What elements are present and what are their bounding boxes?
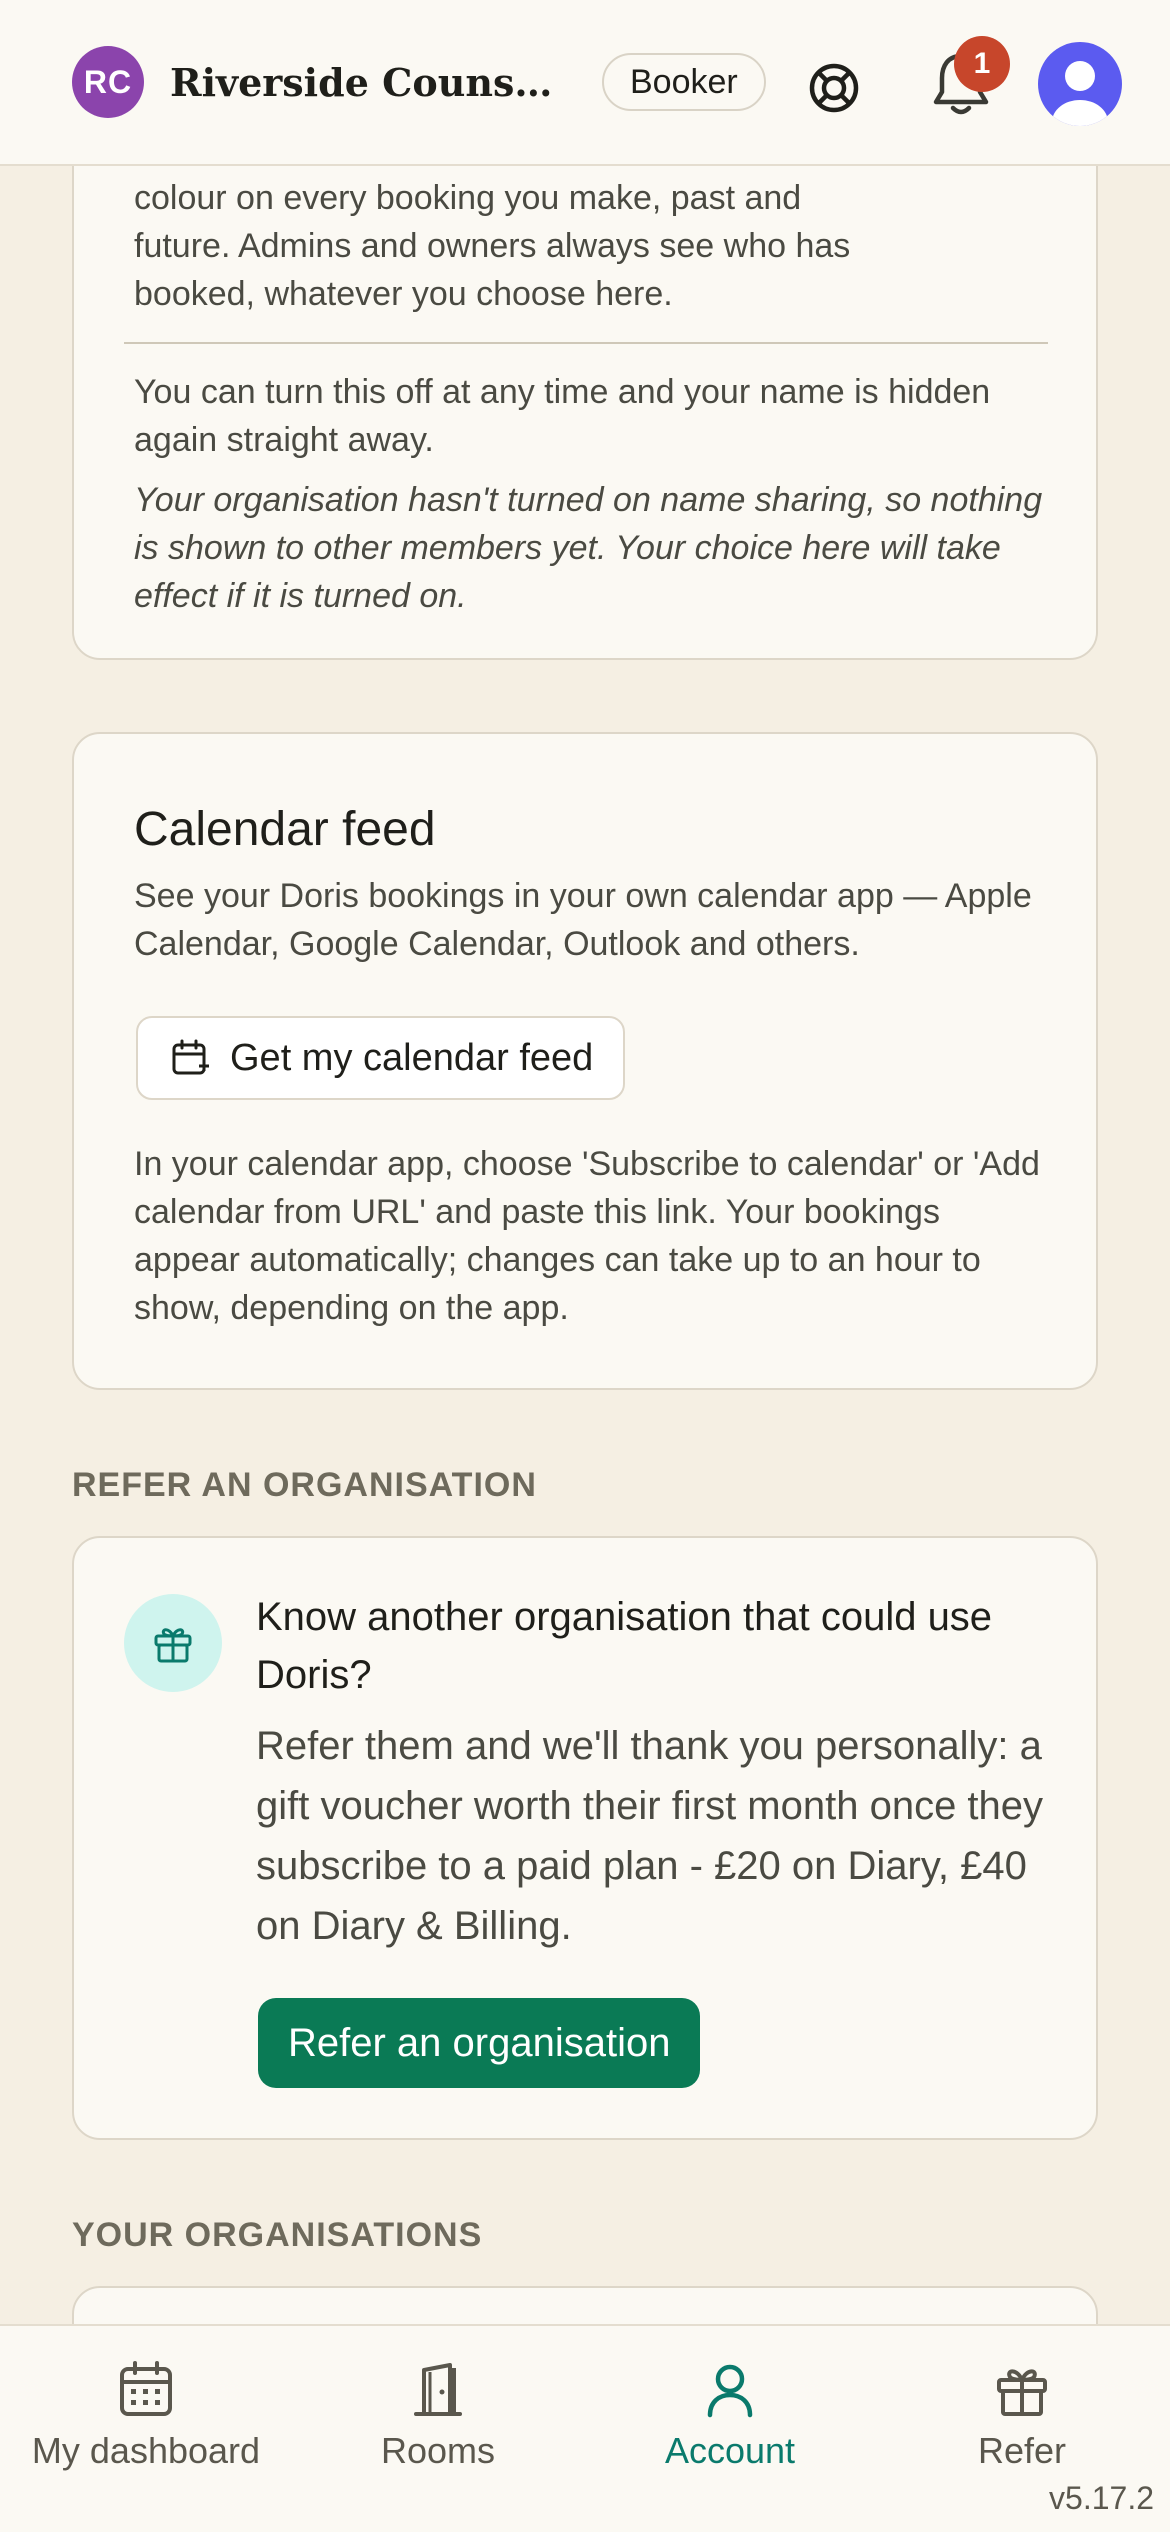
refer-body: Refer them and we'll thank you personall…	[256, 1724, 1044, 1948]
calendar-add-icon	[172, 1039, 209, 1075]
door-icon	[414, 2363, 462, 2416]
user-icon	[707, 2364, 753, 2418]
nav-rooms[interactable]: Rooms	[292, 2360, 584, 2472]
nav-refer-label: Refer	[977, 2430, 1067, 2471]
turn-off-note: You can turn this off at any time and yo…	[134, 373, 991, 459]
refer-organisation-button[interactable]: Refer an organisation	[258, 1998, 701, 2088]
refer-section-label: REFER AN ORGANISATION	[72, 1466, 537, 1504]
gift-icon	[997, 2369, 1047, 2416]
org-name[interactable]: Riverside Counse…	[170, 60, 570, 105]
app-version: v5.17.2	[1049, 2480, 1154, 2516]
calendar-feed-instructions: In your calendar app, choose 'Subscribe …	[134, 1145, 1040, 1327]
organisations-section-label: YOUR ORGANISATIONS	[72, 2216, 483, 2254]
nav-my-dashboard[interactable]: My dashboard	[0, 2360, 292, 2472]
refer-card: Know another organisation that could use…	[72, 1536, 1098, 2140]
org-disabled-note: Your organisation hasn't turned on name …	[134, 481, 1043, 615]
divider	[124, 342, 1048, 344]
sharing-description: colour on every booking you make, past a…	[134, 179, 851, 313]
gift-icon	[154, 1628, 192, 1663]
calendar-feed-card: Calendar feed See your Doris bookings in…	[72, 732, 1098, 1390]
gift-icon-badge	[124, 1594, 222, 1692]
calendar-feed-title: Calendar feed	[134, 803, 436, 856]
notification-badge: 1	[954, 36, 1010, 92]
bottom-nav: My dashboard Rooms Account Refer	[0, 2324, 1170, 2532]
name-sharing-card: colour on every booking you make, past a…	[72, 80, 1098, 660]
user-avatar-icon[interactable]	[1038, 42, 1122, 126]
lifebuoy-icon[interactable]	[806, 60, 862, 116]
nav-rooms-label: Rooms	[380, 2430, 496, 2471]
calendar-feed-description: See your Doris bookings in your own cale…	[134, 877, 1032, 963]
nav-my-dashboard-label: My dashboard	[31, 2430, 261, 2471]
get-calendar-feed-button[interactable]: Get my calendar feed	[136, 1016, 626, 1100]
get-calendar-feed-label: Get my calendar feed	[230, 1036, 594, 1079]
nav-account[interactable]: Account	[584, 2360, 876, 2472]
nav-refer[interactable]: Refer	[876, 2360, 1168, 2472]
nav-account-label: Account	[664, 2430, 796, 2471]
calendar-icon	[120, 2361, 172, 2416]
refer-title: Know another organisation that could use…	[256, 1595, 993, 1697]
org-avatar[interactable]: RC	[72, 46, 144, 118]
role-badge: Booker	[602, 53, 766, 111]
